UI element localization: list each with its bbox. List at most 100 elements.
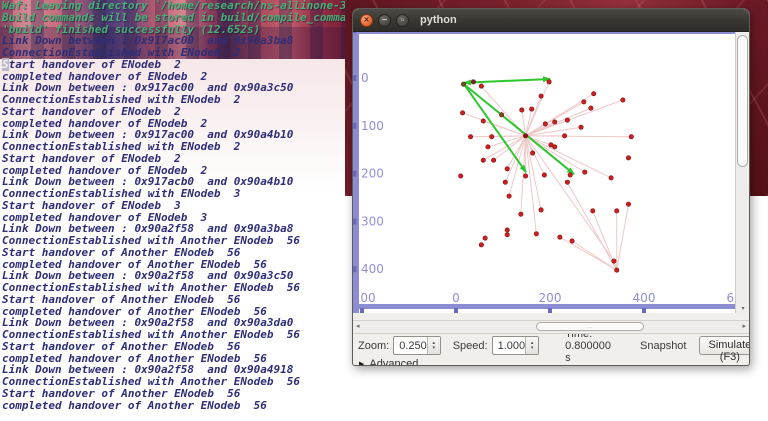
node-dot[interactable] [542, 121, 548, 127]
snapshot-button[interactable]: Snapshot [635, 338, 691, 354]
node-dot[interactable] [564, 117, 570, 123]
expander-arrow-icon: ▶ [359, 360, 365, 366]
terminal-line: Start handover of Another ENodeb 56 [2, 339, 241, 353]
node-dot[interactable] [625, 155, 631, 161]
node-dot[interactable] [458, 173, 464, 179]
node-dot[interactable] [519, 107, 525, 113]
node-dot[interactable] [557, 234, 563, 240]
node-dot[interactable] [546, 79, 552, 85]
zoom-label: Zoom: [358, 339, 390, 352]
simulate-button[interactable]: Simulate (F3) [699, 336, 749, 363]
scroll-left-icon[interactable]: ◂ [356, 322, 360, 331]
node-dot[interactable] [460, 110, 466, 116]
node-dot[interactable] [478, 83, 484, 89]
minimize-button[interactable]: − [378, 13, 391, 27]
node-dot[interactable] [491, 157, 497, 163]
node-dot[interactable] [478, 242, 484, 248]
terminal-line: ConnectionEstablished with Another ENode… [2, 328, 301, 341]
zoom-spinbox[interactable]: 0.250 ▴ ▾ [393, 336, 441, 355]
terminal-line: completed handover of Another ENodeb 56 [2, 398, 267, 412]
node-dot[interactable] [518, 211, 524, 217]
minimize-icon: − [381, 14, 388, 24]
speed-value[interactable]: 1.000 [493, 337, 526, 354]
titlebar[interactable]: × − ▫ python [353, 9, 749, 32]
terminal-line: Waf: Leaving directory `/home/research/n… [2, 0, 345, 12]
node-dot[interactable] [582, 169, 588, 175]
node-dot[interactable] [614, 267, 620, 273]
node-dot[interactable] [541, 172, 547, 178]
zoom-value[interactable]: 0.250 [394, 337, 427, 354]
node-dot[interactable] [480, 118, 486, 124]
y-tick-mark [353, 122, 357, 129]
vertical-scrollbar-thumb[interactable] [737, 35, 748, 167]
node-dot[interactable] [590, 208, 596, 214]
node-dot[interactable] [468, 134, 474, 140]
horizontal-scrollbar-thumb[interactable]: ... [536, 322, 644, 331]
y-tick-mark [353, 218, 357, 225]
x-tick-mark [360, 308, 364, 313]
node-dot[interactable] [564, 179, 570, 185]
node-dot[interactable] [552, 119, 558, 125]
node-dot[interactable] [538, 93, 544, 99]
x-tick-label: -200 [353, 291, 376, 305]
terminal-line: ConnectionEstablished with ENodeb 2 [2, 140, 241, 153]
terminal-line: Start handover of ENodeb 2 [2, 57, 181, 71]
node-dot[interactable] [620, 97, 626, 103]
node-dot[interactable] [533, 231, 539, 237]
axis-frame-top [353, 32, 737, 34]
node-dot[interactable] [581, 99, 587, 105]
python-visualizer-window[interactable]: × − ▫ python -2000200400600-100010020030… [352, 8, 750, 366]
terminal-line: Start handover of Another ENodeb 56 [2, 245, 241, 259]
spinner-arrows-icon[interactable]: ▴ ▾ [525, 337, 539, 354]
horizontal-scrollbar[interactable]: ◂ ... ▸ [353, 320, 749, 334]
node-dot[interactable] [588, 105, 594, 111]
node-dot[interactable] [552, 144, 558, 150]
node-dot[interactable] [530, 150, 536, 156]
node-dot[interactable] [470, 79, 476, 85]
node-dot[interactable] [578, 124, 584, 130]
node-dot[interactable] [614, 208, 620, 214]
node-dot[interactable] [538, 207, 544, 213]
advanced-expander[interactable]: ▶ Advanced [353, 357, 749, 366]
node-dot[interactable] [504, 232, 510, 238]
speed-spinbox[interactable]: 1.000 ▴ ▾ [491, 336, 540, 355]
node-dot[interactable] [523, 133, 529, 139]
node-dot[interactable] [485, 144, 491, 150]
node-dot[interactable] [569, 238, 575, 244]
node-dot[interactable] [499, 112, 505, 118]
vertical-scrollbar[interactable]: ▴ ▾ [735, 32, 749, 313]
node-dot[interactable] [506, 193, 512, 199]
advanced-label: Advanced [369, 357, 419, 366]
node-dot[interactable] [591, 91, 597, 97]
node-dot[interactable] [567, 172, 573, 178]
plot-viewport[interactable]: -2000200400600-1000100200300400 ▴ ▾ [353, 32, 749, 313]
node-dot[interactable] [529, 106, 535, 112]
close-button[interactable]: × [360, 13, 373, 27]
terminal-line: Start handover of ENodeb 2 [2, 151, 181, 165]
node-dot[interactable] [489, 134, 495, 140]
node-dot[interactable] [504, 166, 510, 172]
node-dot[interactable] [482, 235, 488, 241]
maximize-button[interactable]: ▫ [396, 13, 409, 27]
x-tick-mark [642, 308, 646, 313]
scroll-down-icon[interactable]: ▾ [736, 305, 749, 312]
node-dot[interactable] [504, 227, 510, 233]
terminal-window[interactable]: Waf: Leaving directory `/home/research/n… [0, 0, 345, 421]
terminal-line: Build commands will be stored in build/c… [2, 10, 345, 24]
node-dot[interactable] [611, 258, 617, 264]
node-dot[interactable] [628, 134, 634, 140]
scroll-right-icon[interactable]: ▸ [742, 322, 746, 331]
y-tick-label: 0 [361, 71, 369, 85]
node-dot[interactable] [608, 175, 614, 181]
node-dot[interactable] [523, 173, 529, 179]
node-dot[interactable] [461, 81, 467, 87]
node-dot[interactable] [562, 133, 568, 139]
node-dot[interactable] [502, 179, 508, 185]
terminal-line: Start handover of ENodeb 3 [2, 198, 181, 212]
speed-label: Speed: [452, 339, 488, 352]
terminal-line: ConnectionEstablished with Another ENode… [2, 281, 301, 294]
plot-svg[interactable]: -2000200400600-1000100200300400 [353, 32, 737, 313]
spinner-arrows-icon[interactable]: ▴ ▾ [426, 337, 440, 354]
node-dot[interactable] [480, 157, 486, 163]
node-dot[interactable] [625, 201, 631, 207]
